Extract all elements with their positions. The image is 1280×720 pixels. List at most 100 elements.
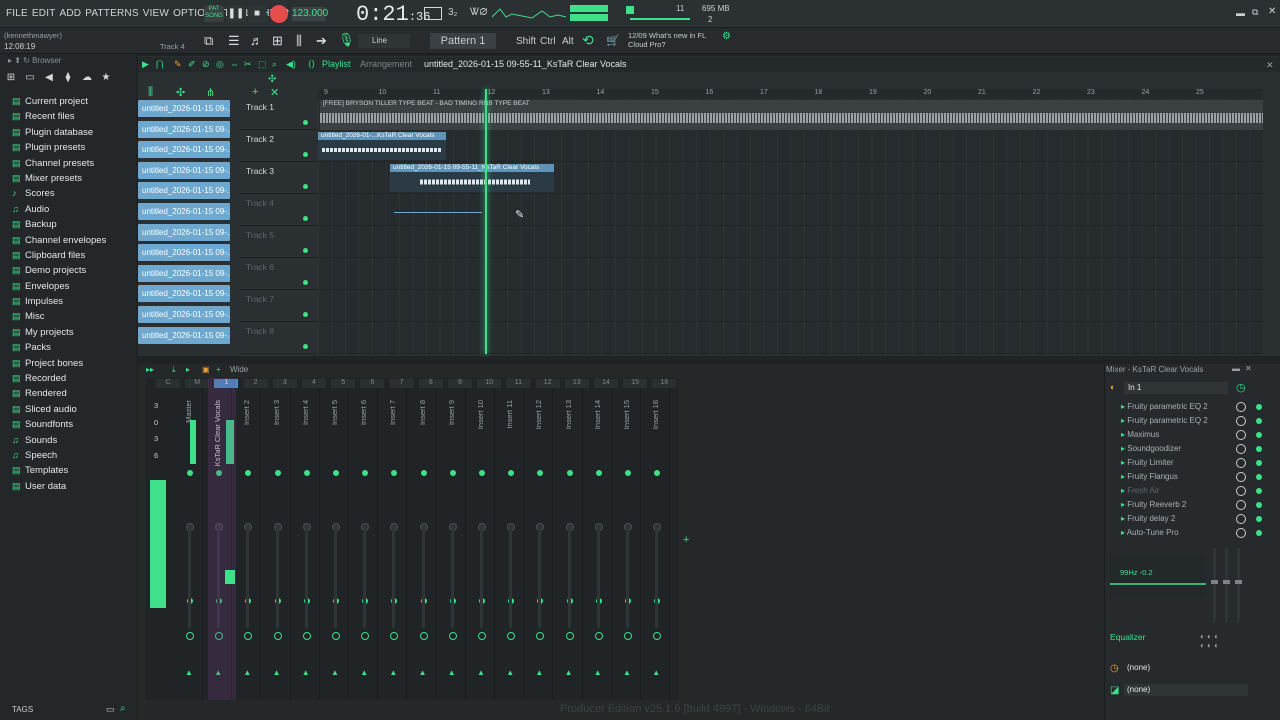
playlist-close-icon[interactable]: ✕ <box>1266 60 1274 71</box>
arrow-right-icon[interactable]: ➔ <box>316 33 327 49</box>
insert-enable-button[interactable] <box>303 470 310 476</box>
step-edit-icon[interactable]: 3₂ <box>448 7 457 18</box>
fader-track[interactable] <box>480 528 483 628</box>
alt-button[interactable]: Alt <box>562 36 574 47</box>
stop-button[interactable]: ■ <box>248 5 266 23</box>
strip-number[interactable]: 11 <box>506 379 531 388</box>
piano-roll-icon[interactable]: ♬ <box>250 33 263 48</box>
slot-enable-button[interactable] <box>1256 446 1262 452</box>
route-button[interactable] <box>390 632 399 640</box>
track-mute-button[interactable] <box>303 216 308 221</box>
fader-track[interactable] <box>596 528 600 628</box>
folder-icon[interactable]: ▭ <box>106 704 115 715</box>
effect-slot[interactable]: ▸ Fruity Limiter <box>1106 456 1280 470</box>
mixer-strip[interactable]: Insert 10 ▲ <box>468 378 495 700</box>
browser-back-icon[interactable]: ◀ <box>42 72 56 86</box>
fader-track[interactable] <box>626 528 629 628</box>
track-header[interactable]: Track 2 <box>240 130 316 162</box>
mixer-strip[interactable]: Insert 6 ▲ <box>351 378 379 700</box>
mix-knob[interactable] <box>1236 402 1246 412</box>
effect-slot[interactable]: ▸ Soundgoodizer <box>1106 442 1280 456</box>
browser-item[interactable]: ▤ Packs <box>0 340 136 355</box>
mixer-view-mode[interactable]: Wide <box>230 364 248 376</box>
strip-number[interactable]: 7 <box>389 379 414 388</box>
mixer-strip[interactable]: Insert 14 ▲ <box>585 378 612 700</box>
browser-item[interactable]: ▤ Templates <box>0 463 136 478</box>
track-mute-button[interactable] <box>303 152 308 157</box>
mix-knob[interactable] <box>1236 486 1246 496</box>
insert-enable-button[interactable] <box>333 470 339 476</box>
browser-cloud-icon[interactable]: ☁ <box>80 72 94 86</box>
play-icon[interactable]: ▶ <box>142 57 149 72</box>
mute-tool-icon[interactable]: ◎ <box>216 57 224 72</box>
route-button[interactable] <box>507 632 516 640</box>
track-mute-button[interactable] <box>303 248 308 253</box>
eq-sliders[interactable] <box>1210 548 1246 622</box>
song-mode-button[interactable]: PAT SONG <box>204 6 224 22</box>
strip-number[interactable]: 10 <box>477 379 502 388</box>
strip-number[interactable]: 12 <box>535 379 560 388</box>
mixer-strip[interactable]: Insert 13 ▲ <box>556 378 583 700</box>
mixer-fx-close-icon[interactable]: ✕ <box>1245 364 1252 373</box>
mixer-arrow-icon[interactable]: ▸ <box>186 364 190 376</box>
slip-tool-icon[interactable]: ⇔ <box>230 57 239 72</box>
track-header[interactable]: Track 6 <box>240 258 316 290</box>
insert-enable-button[interactable] <box>449 470 456 476</box>
audio-picker-icon[interactable]: ✣ <box>176 86 185 99</box>
browser-item[interactable]: ▤ Recent files <box>0 109 136 124</box>
search-icon[interactable]: ⌕ <box>120 703 126 714</box>
select-tool-icon[interactable]: ⬚ <box>258 57 267 72</box>
insert-enable-button[interactable] <box>508 470 515 476</box>
mixer-menu-icon[interactable]: ▸▸ <box>146 364 154 376</box>
audio-clip-beat[interactable]: [FREE] BRYSON TILLER TYPE BEAT - BAD TIM… <box>320 100 1263 130</box>
slot-enable-button[interactable] <box>1256 488 1262 494</box>
insert-enable-button[interactable] <box>274 470 281 476</box>
browser-star-icon[interactable]: ★ <box>99 72 113 86</box>
insert-enable-button[interactable] <box>625 470 631 476</box>
playlist-icon[interactable]: ☰ <box>228 33 240 49</box>
browser-item[interactable]: ▤ Impulses <box>0 294 136 309</box>
fader-track[interactable] <box>188 528 191 628</box>
route-button[interactable] <box>478 632 486 640</box>
insert-enable-button[interactable] <box>420 470 427 476</box>
strip-number[interactable]: 14 <box>594 379 618 388</box>
magnet-icon[interactable]: ⋂ <box>156 57 163 72</box>
route-button[interactable] <box>361 632 370 640</box>
news-panel[interactable]: 12/09 What's new in FL Cloud Pro? <box>628 31 706 49</box>
microphone-icon[interactable]: 🎙 <box>338 32 355 48</box>
slot-enable-button[interactable] <box>1256 530 1262 536</box>
fader-track[interactable] <box>334 528 337 628</box>
route-arrow-icon[interactable]: ▲ <box>594 668 602 677</box>
strip-number[interactable]: 2 <box>243 379 268 388</box>
tempo-display[interactable]: 123.000 <box>292 7 328 21</box>
mix-knob[interactable] <box>1236 458 1246 468</box>
shift-button[interactable]: Shift <box>516 36 536 47</box>
insert-enable-button[interactable] <box>362 470 369 476</box>
track-mute-button[interactable] <box>303 344 308 349</box>
insert-enable-button[interactable] <box>245 470 252 476</box>
route-button[interactable] <box>302 632 311 640</box>
browser-item[interactable]: ▤ Envelopes <box>0 279 136 294</box>
route-arrow-icon[interactable]: ▲ <box>273 668 281 677</box>
menu-item[interactable]: ADD <box>60 8 82 19</box>
zoom-fit-icon[interactable]: ✣ <box>268 74 276 85</box>
mixer-strip[interactable]: Insert 16 ▲ <box>643 378 671 700</box>
paint-tool-icon[interactable]: ✐ <box>188 57 196 72</box>
route-arrow-icon[interactable]: ▲ <box>652 668 660 677</box>
delete-tool-icon[interactable]: ⊘ <box>202 57 210 72</box>
time-display[interactable]: 0:21:36 <box>356 2 430 27</box>
playlist-menu-icon[interactable]: ⟨⟩ <box>308 57 315 72</box>
clip-source-item[interactable]: untitled_2026-01-15 09-... <box>138 100 230 117</box>
fader-track[interactable] <box>421 528 425 628</box>
mixer-strip[interactable]: Insert 15 ▲ <box>614 378 641 700</box>
slot-enable-button[interactable] <box>1256 418 1262 424</box>
browser-item[interactable]: ♫ Sounds <box>0 433 136 448</box>
mixer-strip[interactable]: Insert 5 ▲ <box>322 378 349 700</box>
insert-enable-button[interactable] <box>595 470 602 476</box>
slot-enable-button[interactable] <box>1256 516 1262 522</box>
mix-knob[interactable] <box>1236 514 1246 524</box>
route-button[interactable] <box>624 632 632 640</box>
route-arrow-icon[interactable]: ▲ <box>448 668 456 677</box>
track-mute-button[interactable] <box>303 120 308 125</box>
route-arrow-icon[interactable]: ▲ <box>302 668 310 677</box>
